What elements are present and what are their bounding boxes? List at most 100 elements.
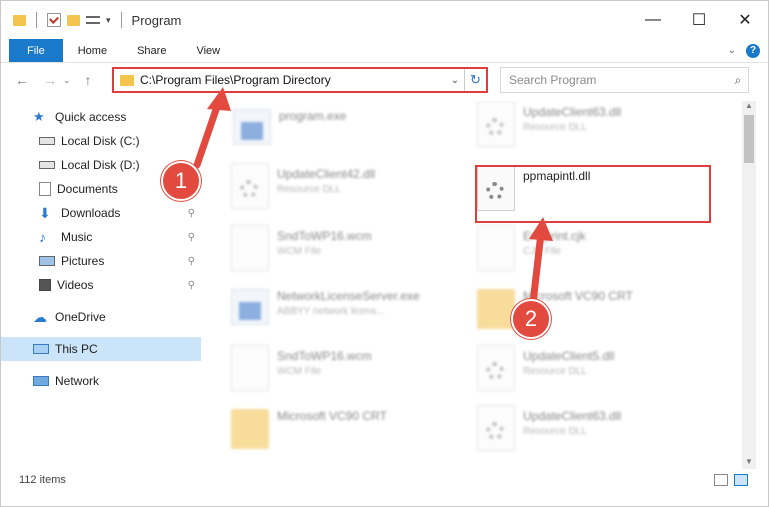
address-row: ← → ⌄ ↑ C:\Program Files\Program Directo… xyxy=(1,67,768,93)
customize-toolbar-icon[interactable] xyxy=(86,16,100,24)
dll-file-icon xyxy=(477,405,515,451)
recent-locations-icon[interactable]: ⌄ xyxy=(63,75,71,86)
close-button[interactable]: ✕ xyxy=(722,1,768,39)
cloud-icon: ☁ xyxy=(33,309,47,325)
sidebar-item-this-pc[interactable]: This PC xyxy=(1,337,201,361)
forward-arrow-icon[interactable]: → xyxy=(43,72,57,88)
sidebar-item-quick-access[interactable]: ★ Quick access xyxy=(1,105,201,129)
target-file-highlight xyxy=(475,165,711,223)
pin-icon[interactable]: ⚲ xyxy=(188,256,195,267)
gear-icon xyxy=(486,422,504,440)
chevron-down-icon[interactable]: ⌄ xyxy=(446,75,464,86)
tab-share[interactable]: Share xyxy=(122,39,181,62)
file-tile[interactable]: UpdateClient42.dll Resource DLL xyxy=(231,163,471,215)
file-icon xyxy=(477,225,515,271)
file-tile[interactable]: SndToWP16.wcm WCM File xyxy=(231,345,471,397)
sidebar-item-label: Local Disk (D:) xyxy=(61,158,140,172)
sidebar-item-label: Quick access xyxy=(55,110,127,124)
search-placeholder[interactable]: Search Program xyxy=(509,73,728,87)
maximize-button[interactable]: ☐ xyxy=(676,1,722,39)
drive-icon xyxy=(39,137,55,145)
file-type: CJK File xyxy=(523,246,561,257)
sidebar-item-label: Downloads xyxy=(61,206,121,220)
sidebar-item-label: This PC xyxy=(55,342,98,356)
file-tile[interactable]: program.exe xyxy=(233,105,473,157)
file-type: ABBYY network licens... xyxy=(277,306,385,317)
window-title: Program xyxy=(131,12,182,28)
tab-view[interactable]: View xyxy=(181,39,235,62)
divider xyxy=(120,12,122,28)
scroll-up-icon[interactable]: ▲ xyxy=(742,101,756,113)
file-name: Microsoft VC90 CRT xyxy=(277,409,387,423)
network-icon xyxy=(33,376,49,386)
file-tile[interactable]: UpdateClient5.dll Resource DLL xyxy=(477,345,717,397)
pin-icon[interactable]: ⚲ xyxy=(188,232,195,243)
sidebar-item-network[interactable]: Network xyxy=(1,369,201,393)
folder-icon xyxy=(120,74,134,86)
tab-file[interactable]: File xyxy=(9,39,63,62)
file-tile[interactable]: Endprint.cjk CJK File xyxy=(477,225,717,277)
tab-home[interactable]: Home xyxy=(63,39,122,62)
large-icons-view-icon[interactable] xyxy=(734,474,748,486)
sidebar-item-music[interactable]: ♪ Music ⚲ xyxy=(1,225,201,249)
vertical-scrollbar[interactable]: ▲ ▼ xyxy=(742,101,756,469)
search-box[interactable]: Search Program ⌕ xyxy=(500,67,749,93)
file-tile[interactable]: SndToWP16.wcm WCM File xyxy=(231,225,471,277)
step-badge-2: 2 xyxy=(511,299,551,339)
file-icon xyxy=(231,345,269,391)
file-type: Resource DLL xyxy=(277,184,341,195)
scroll-down-icon[interactable]: ▼ xyxy=(742,457,756,469)
file-explorer-window: ▾ Program — ☐ ✕ File Home Share View ⌄ ?… xyxy=(0,0,769,507)
refresh-icon[interactable]: ↻ xyxy=(464,69,486,91)
minimize-button[interactable]: — xyxy=(630,1,676,39)
status-bar: 112 items xyxy=(1,469,768,491)
folder-icon xyxy=(231,409,269,449)
chevron-down-icon[interactable]: ▾ xyxy=(106,15,111,26)
sidebar-item-videos[interactable]: Videos ⚲ xyxy=(1,273,201,297)
application-icon xyxy=(233,109,271,145)
sidebar-item-pictures[interactable]: Pictures ⚲ xyxy=(1,249,201,273)
address-bar[interactable]: C:\Program Files\Program Directory ⌄ ↻ xyxy=(112,67,488,93)
properties-icon[interactable] xyxy=(47,13,61,27)
application-icon xyxy=(231,289,269,325)
gear-icon xyxy=(240,180,258,198)
pictures-icon xyxy=(39,256,55,266)
sidebar-item-local-disk-c[interactable]: Local Disk (C:) xyxy=(1,129,201,153)
file-tile[interactable]: UpdateClient63.dll Resource DLL xyxy=(477,405,717,457)
sidebar-item-label: Pictures xyxy=(61,254,105,268)
file-name: program.exe xyxy=(279,109,347,123)
file-name: SndToWP16.wcm xyxy=(277,229,372,243)
pin-icon[interactable]: ⚲ xyxy=(188,280,195,291)
address-path[interactable]: C:\Program Files\Program Directory xyxy=(140,73,446,87)
new-folder-icon[interactable] xyxy=(67,14,80,26)
sidebar-item-label: Documents xyxy=(57,182,118,196)
search-icon[interactable]: ⌕ xyxy=(728,73,748,88)
sidebar-item-downloads[interactable]: ⬇ Downloads ⚲ xyxy=(1,201,201,225)
chevron-down-icon[interactable]: ⌄ xyxy=(728,45,736,56)
star-icon: ★ xyxy=(33,109,45,124)
drive-icon xyxy=(39,161,55,169)
file-name: UpdateClient63.dll xyxy=(523,409,622,423)
file-tile[interactable]: NetworkLicenseServer.exe ABBYY network li… xyxy=(231,285,471,337)
gear-icon xyxy=(486,362,504,380)
file-name: UpdateClient42.dll xyxy=(277,167,376,181)
scroll-thumb[interactable] xyxy=(744,115,754,163)
step-badge-1: 1 xyxy=(161,161,201,201)
dll-file-icon xyxy=(477,345,515,391)
file-icon xyxy=(231,225,269,271)
sidebar-item-onedrive[interactable]: ☁ OneDrive xyxy=(1,305,201,329)
details-view-icon[interactable] xyxy=(714,474,728,486)
folder-icon xyxy=(13,14,26,26)
up-arrow-icon[interactable]: ↑ xyxy=(85,72,92,88)
folder-icon xyxy=(477,289,515,329)
window-controls: — ☐ ✕ xyxy=(630,1,768,39)
back-arrow-icon[interactable]: ← xyxy=(15,72,29,88)
help-button[interactable]: ? xyxy=(746,43,760,58)
file-type: Resource DLL xyxy=(523,122,587,133)
navigation-pane: ★ Quick access Local Disk (C:) Local Dis… xyxy=(1,101,206,461)
file-tile[interactable]: Microsoft VC90 CRT xyxy=(231,405,471,457)
sidebar-item-label: Music xyxy=(61,230,93,244)
file-tile[interactable]: UpdateClient63.dll Resource DLL xyxy=(477,101,717,153)
download-icon: ⬇ xyxy=(39,205,51,221)
pin-icon[interactable]: ⚲ xyxy=(188,208,195,219)
